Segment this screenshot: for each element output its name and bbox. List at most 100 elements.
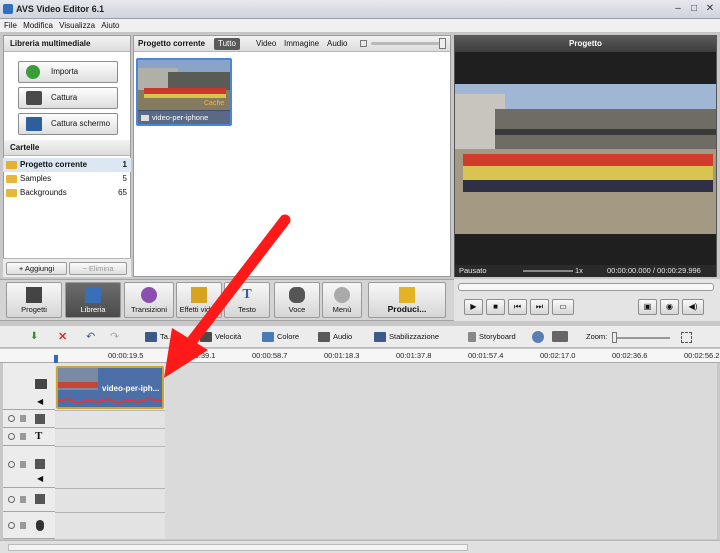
audio-button[interactable]: Audio bbox=[318, 331, 352, 343]
disc-icon bbox=[334, 287, 350, 303]
produce-icon bbox=[399, 287, 415, 303]
eye-icon[interactable] bbox=[8, 496, 15, 503]
export-icon[interactable]: ⬇ bbox=[30, 331, 38, 343]
annotation-arrow bbox=[164, 214, 291, 378]
ruler-tick: 00:02:56.2 bbox=[684, 351, 720, 360]
folder-icon bbox=[6, 189, 17, 197]
delete-folder-button[interactable]: − Elimina bbox=[69, 262, 127, 275]
music-icon bbox=[35, 494, 45, 504]
tab-video[interactable]: Video bbox=[252, 38, 280, 50]
delete-icon[interactable]: ✕ bbox=[58, 331, 67, 343]
next-frame-button[interactable]: ⏭ bbox=[530, 299, 549, 315]
menu-visualizza[interactable]: Visualizza bbox=[59, 19, 95, 33]
redo-icon[interactable]: ↷ bbox=[110, 331, 119, 343]
eye-icon[interactable] bbox=[8, 415, 15, 422]
library-label: Libreria bbox=[80, 305, 106, 314]
preview-panel: Progetto Pausato 1x 00:00:00.000 / 00:00… bbox=[454, 35, 717, 277]
minimize-icon[interactable]: – bbox=[672, 3, 684, 15]
monitor-icon[interactable]: ▣ bbox=[638, 299, 657, 315]
import-button[interactable]: Importa bbox=[18, 61, 118, 83]
lock-icon[interactable] bbox=[20, 522, 26, 529]
folder-count: 65 bbox=[118, 188, 127, 197]
ruler-tick: 00:00:19.5 bbox=[108, 351, 144, 360]
play-button[interactable]: ▶ bbox=[464, 299, 483, 315]
storyboard-icon bbox=[468, 332, 476, 343]
thumbnail-size-slider[interactable] bbox=[371, 42, 439, 45]
menu-aiuto[interactable]: Aiuto bbox=[101, 19, 119, 33]
screen-capture-button[interactable]: Cattura schermo bbox=[18, 113, 118, 135]
previous-frame-button[interactable]: ⏮ bbox=[508, 299, 527, 315]
folder-item[interactable]: Progetto corrente 1 bbox=[3, 158, 131, 172]
stabilization-label: Stabilizzazione bbox=[389, 332, 440, 341]
monitor-dropdown-icon[interactable] bbox=[552, 331, 568, 342]
folder-icon bbox=[6, 175, 17, 183]
text-icon: T bbox=[35, 430, 43, 442]
lock-icon[interactable] bbox=[20, 433, 26, 440]
playhead-marker[interactable] bbox=[54, 355, 58, 363]
plus-icon bbox=[26, 65, 40, 79]
preview-title: Progetto bbox=[455, 36, 716, 52]
library-button[interactable]: Libreria bbox=[65, 282, 121, 318]
produce-label: Produci... bbox=[387, 304, 427, 314]
stabilization-button[interactable]: Stabilizzazione bbox=[374, 331, 439, 343]
stop-button[interactable]: ■ bbox=[486, 299, 505, 315]
lock-icon[interactable] bbox=[20, 415, 26, 422]
folder-count: 5 bbox=[122, 174, 127, 183]
zoom-slider-handle[interactable] bbox=[612, 332, 617, 343]
lock-icon[interactable] bbox=[20, 496, 26, 503]
snapshot-icon[interactable]: ◉ bbox=[660, 299, 679, 315]
eye-icon[interactable] bbox=[8, 522, 15, 529]
preview-frame bbox=[455, 84, 716, 234]
speaker-icon[interactable]: ◀ bbox=[37, 397, 43, 406]
eye-icon[interactable] bbox=[8, 433, 15, 440]
tab-all[interactable]: Tutto bbox=[214, 38, 240, 50]
close-icon[interactable]: ✕ bbox=[704, 3, 716, 15]
add-folder-button[interactable]: + Aggiungi bbox=[6, 262, 67, 275]
projects-button[interactable]: Progetti bbox=[6, 282, 62, 318]
lock-icon[interactable] bbox=[20, 461, 26, 468]
overlay-icon bbox=[35, 459, 45, 469]
status-bar bbox=[0, 540, 720, 553]
speed-slider[interactable] bbox=[523, 270, 573, 272]
produce-button[interactable]: Produci... bbox=[368, 282, 446, 318]
player-controls: ▶ ■ ⏮ ⏭ ▭ ▣ ◉ ◀) bbox=[454, 279, 720, 321]
speaker-icon[interactable]: ◀ bbox=[37, 474, 43, 483]
maximize-icon[interactable]: □ bbox=[688, 3, 700, 15]
ruler-tick: 00:01:37.8 bbox=[396, 351, 432, 360]
volume-icon[interactable]: ◀) bbox=[682, 299, 704, 315]
folder-name: Samples bbox=[20, 174, 52, 183]
import-label: Importa bbox=[51, 67, 79, 76]
timeline-toolbar: ⬇ ✕ ↶ ↷ Ta... Velocità Colore Audio Stab… bbox=[0, 326, 720, 348]
fit-icon[interactable] bbox=[681, 332, 692, 343]
globe-icon[interactable] bbox=[532, 331, 544, 343]
folder-item[interactable]: Backgrounds 65 bbox=[3, 186, 131, 200]
capture-button[interactable]: Cattura bbox=[18, 87, 118, 109]
folder-count: 1 bbox=[122, 160, 127, 169]
menu-modifica[interactable]: Modifica bbox=[23, 19, 53, 33]
timeline-ruler: 00:00:19.5 00:00:39.1 00:00:58.7 00:01:1… bbox=[0, 349, 720, 363]
timeline-clip[interactable]: video-per-iph... bbox=[56, 366, 164, 409]
menu-button[interactable]: Menù bbox=[322, 282, 362, 318]
audio-track-header bbox=[3, 488, 55, 512]
text-track-header: T bbox=[3, 428, 55, 446]
video-track-header: ◀ bbox=[3, 363, 55, 410]
eye-icon[interactable] bbox=[8, 461, 15, 468]
storyboard-label: Storyboard bbox=[479, 332, 516, 341]
media-header: Progetto corrente bbox=[138, 39, 206, 48]
menu-file[interactable]: File bbox=[4, 19, 17, 33]
folder-item[interactable]: Samples 5 bbox=[3, 172, 131, 186]
timeline-zoom-slider[interactable] bbox=[612, 337, 670, 339]
seek-bar[interactable] bbox=[458, 283, 714, 291]
tab-image[interactable]: Immagine bbox=[280, 38, 323, 50]
screen-capture-label: Cattura schermo bbox=[51, 119, 111, 128]
undo-icon[interactable]: ↶ bbox=[86, 331, 95, 343]
horizontal-scrollbar[interactable] bbox=[8, 544, 468, 551]
slider-handle[interactable] bbox=[439, 38, 446, 49]
storyboard-toggle[interactable]: Storyboard bbox=[468, 331, 516, 343]
clapper-icon bbox=[26, 287, 42, 303]
library-footer: + Aggiungi − Elimina bbox=[3, 258, 131, 277]
media-thumbnail[interactable]: Cache video-per-iphone bbox=[136, 58, 232, 126]
fullscreen-button[interactable]: ▭ bbox=[552, 299, 574, 315]
zoom-out-icon[interactable] bbox=[360, 40, 367, 47]
tab-audio[interactable]: Audio bbox=[323, 38, 351, 50]
